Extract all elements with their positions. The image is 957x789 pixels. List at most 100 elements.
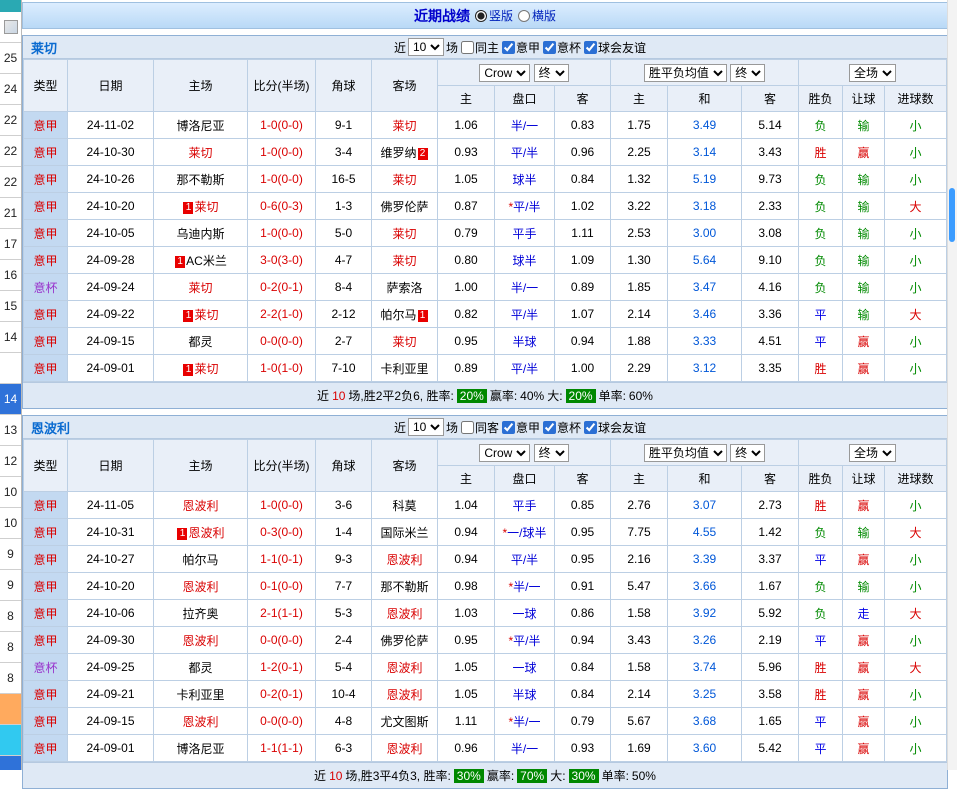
home-team-cell[interactable]: 博洛尼亚 — [154, 735, 248, 762]
avg-metric-select[interactable]: 胜平负均值 — [644, 64, 727, 82]
score-cell[interactable]: 3-0(3-0) — [248, 247, 316, 274]
home-team-cell[interactable]: 1莱切 — [154, 355, 248, 382]
away-team-cell[interactable]: 恩波利 — [372, 546, 438, 573]
score-cell[interactable]: 0-0(0-0) — [248, 627, 316, 654]
home-team-cell[interactable]: 1恩波利 — [154, 519, 248, 546]
score-cell[interactable]: 0-6(0-3) — [248, 193, 316, 220]
away-team-cell[interactable]: 莱切 — [372, 112, 438, 139]
rail-cell[interactable]: 17 — [0, 229, 21, 260]
vertical-layout-radio[interactable] — [475, 10, 487, 22]
home-team-cell[interactable]: 都灵 — [154, 654, 248, 681]
home-team-cell[interactable]: 莱切 — [154, 274, 248, 301]
rail-cell[interactable]: 22 — [0, 167, 21, 198]
coppa-checkbox[interactable] — [543, 421, 556, 434]
away-team-cell[interactable]: 莱切 — [372, 166, 438, 193]
same-venue-checkbox[interactable] — [461, 41, 474, 54]
rail-cell[interactable]: 25 — [0, 43, 21, 74]
score-cell[interactable]: 1-1(1-1) — [248, 735, 316, 762]
score-cell[interactable]: 0-0(0-0) — [248, 708, 316, 735]
match-count-select[interactable]: 10 — [408, 418, 444, 436]
rail-cell[interactable]: 10 — [0, 477, 21, 508]
rail-cell[interactable]: 22 — [0, 105, 21, 136]
away-team-cell[interactable]: 莱切 — [372, 328, 438, 355]
score-cell[interactable]: 1-0(0-0) — [248, 112, 316, 139]
home-team-cell[interactable]: 恩波利 — [154, 492, 248, 519]
rail-cell[interactable]: 10 — [0, 508, 21, 539]
away-team-cell[interactable]: 帕尔马1 — [372, 301, 438, 328]
home-team-cell[interactable]: 都灵 — [154, 328, 248, 355]
score-cell[interactable]: 1-2(0-1) — [248, 654, 316, 681]
bookmaker-select[interactable]: Crow — [479, 444, 530, 462]
home-team-cell[interactable]: 乌迪内斯 — [154, 220, 248, 247]
rail-cell[interactable]: 9 — [0, 570, 21, 601]
home-team-cell[interactable]: 博洛尼亚 — [154, 112, 248, 139]
coppa-option[interactable]: 意杯 — [542, 419, 581, 436]
score-cell[interactable]: 0-0(0-0) — [248, 328, 316, 355]
score-cell[interactable]: 2-1(1-1) — [248, 600, 316, 627]
away-team-cell[interactable]: 恩波利 — [372, 681, 438, 708]
coppa-checkbox[interactable] — [543, 41, 556, 54]
rail-cell[interactable]: 16 — [0, 260, 21, 291]
rail-cell[interactable]: 14 — [0, 384, 21, 415]
same-venue-option[interactable]: 同客 — [460, 419, 499, 436]
away-team-cell[interactable]: 莱切 — [372, 247, 438, 274]
away-team-cell[interactable]: 萨索洛 — [372, 274, 438, 301]
score-cell[interactable]: 1-0(0-0) — [248, 139, 316, 166]
score-cell[interactable]: 1-0(0-0) — [248, 492, 316, 519]
away-team-cell[interactable]: 恩波利 — [372, 654, 438, 681]
horizontal-layout-radio[interactable] — [518, 10, 530, 22]
score-cell[interactable]: 2-2(1-0) — [248, 301, 316, 328]
friendly-checkbox[interactable] — [584, 421, 597, 434]
horizontal-layout-option[interactable]: 横版 — [517, 7, 556, 24]
friendly-option[interactable]: 球会友谊 — [583, 39, 646, 56]
scope-select[interactable]: 全场 — [849, 64, 896, 82]
scope-select[interactable]: 全场 — [849, 444, 896, 462]
home-team-cell[interactable]: 恩波利 — [154, 708, 248, 735]
avg-stage-select[interactable]: 终 — [730, 444, 765, 462]
avg-metric-select[interactable]: 胜平负均值 — [644, 444, 727, 462]
home-team-cell[interactable]: 卡利亚里 — [154, 681, 248, 708]
away-team-cell[interactable]: 恩波利 — [372, 735, 438, 762]
away-team-cell[interactable]: 佛罗伦萨 — [372, 627, 438, 654]
away-team-cell[interactable]: 那不勒斯 — [372, 573, 438, 600]
away-team-cell[interactable]: 卡利亚里 — [372, 355, 438, 382]
odds-stage-select[interactable]: 终 — [534, 64, 569, 82]
away-team-cell[interactable]: 科莫 — [372, 492, 438, 519]
away-team-cell[interactable]: 莱切 — [372, 220, 438, 247]
rail-cell[interactable]: 8 — [0, 663, 21, 694]
serie-a-option[interactable]: 意甲 — [501, 39, 540, 56]
score-cell[interactable]: 1-0(0-0) — [248, 166, 316, 193]
home-team-cell[interactable]: 1莱切 — [154, 301, 248, 328]
bookmaker-select[interactable]: Crow — [479, 64, 530, 82]
coppa-option[interactable]: 意杯 — [542, 39, 581, 56]
score-cell[interactable]: 1-1(0-1) — [248, 546, 316, 573]
match-count-select[interactable]: 10 — [408, 38, 444, 56]
away-team-cell[interactable]: 国际米兰 — [372, 519, 438, 546]
away-team-cell[interactable]: 维罗纳2 — [372, 139, 438, 166]
score-cell[interactable]: 0-2(0-1) — [248, 274, 316, 301]
team-name-link[interactable]: 莱切 — [31, 38, 57, 57]
home-team-cell[interactable]: 恩波利 — [154, 627, 248, 654]
rail-cell[interactable]: 9 — [0, 539, 21, 570]
rail-cell[interactable]: 8 — [0, 601, 21, 632]
score-cell[interactable]: 1-0(0-0) — [248, 220, 316, 247]
home-team-cell[interactable]: 莱切 — [154, 139, 248, 166]
team-name-link[interactable]: 恩波利 — [31, 418, 70, 437]
rail-cell[interactable]: 24 — [0, 74, 21, 105]
score-cell[interactable]: 0-3(0-0) — [248, 519, 316, 546]
score-cell[interactable]: 0-1(0-0) — [248, 573, 316, 600]
vertical-scrollbar[interactable] — [947, 0, 957, 770]
away-team-cell[interactable]: 尤文图斯 — [372, 708, 438, 735]
rail-cell[interactable]: 12 — [0, 446, 21, 477]
home-team-cell[interactable]: 1莱切 — [154, 193, 248, 220]
rail-cell[interactable]: 8 — [0, 632, 21, 663]
odds-stage-select[interactable]: 终 — [534, 444, 569, 462]
serie-a-checkbox[interactable] — [502, 41, 515, 54]
home-team-cell[interactable]: 1AC米兰 — [154, 247, 248, 274]
home-team-cell[interactable]: 恩波利 — [154, 573, 248, 600]
avg-stage-select[interactable]: 终 — [730, 64, 765, 82]
away-team-cell[interactable]: 恩波利 — [372, 600, 438, 627]
rail-cell[interactable]: 22 — [0, 136, 21, 167]
serie-a-checkbox[interactable] — [502, 421, 515, 434]
home-team-cell[interactable]: 拉齐奥 — [154, 600, 248, 627]
